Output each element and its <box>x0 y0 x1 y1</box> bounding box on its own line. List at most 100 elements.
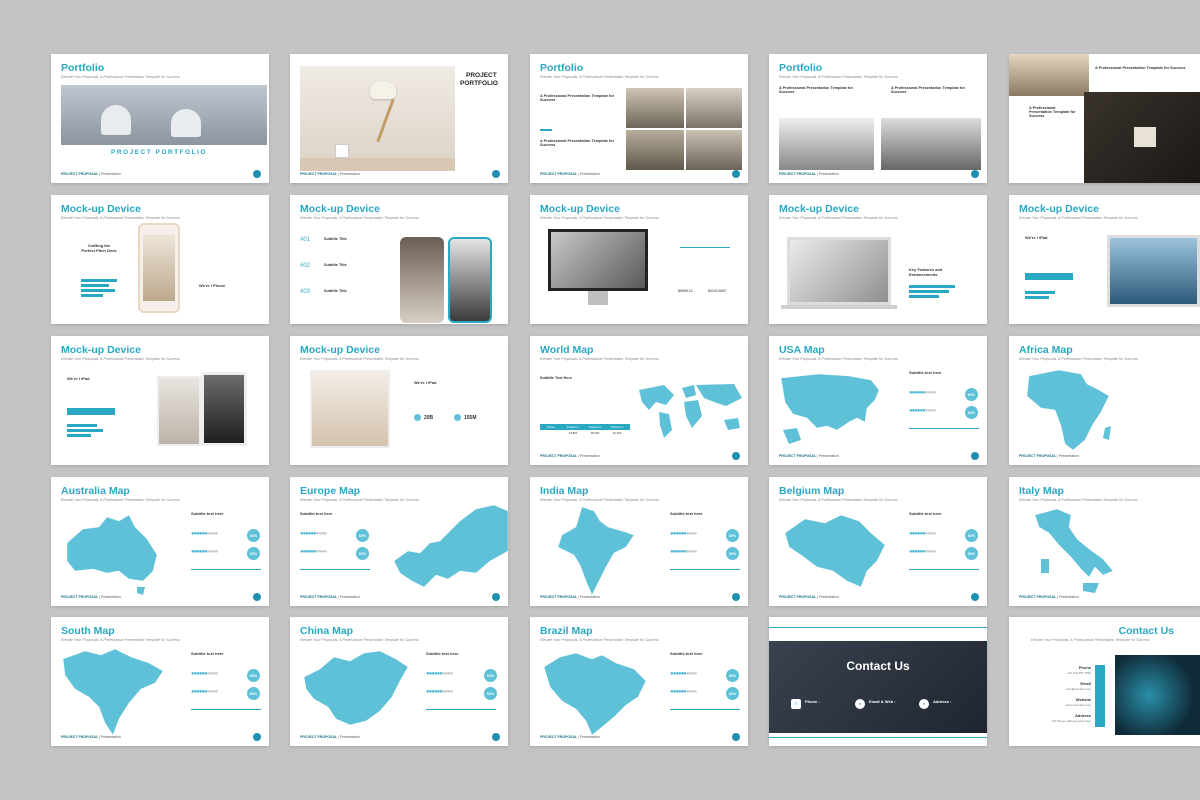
footer-label: Presentation <box>1059 595 1079 599</box>
slide-subtitle: Elevate Your Proposals. A Professional P… <box>61 216 180 220</box>
slide-portfolio-5[interactable]: A Professional Presentation Template for… <box>1009 54 1200 183</box>
top-accent <box>769 627 987 628</box>
web-icon: ● <box>855 699 865 709</box>
slide-contact-2[interactable]: Contact Us Elevate Your Proposals. A Pro… <box>1009 617 1200 746</box>
number-01: #01 <box>300 237 311 243</box>
product-table: Name Product 1 Product 2 Product 3 23.80… <box>540 424 630 436</box>
ipad-heading: We're I iPad <box>67 376 90 381</box>
slide-belgium-map[interactable]: Belgium Map Elevate Your Proposals. A Pr… <box>769 477 987 606</box>
heading-project: PROJECT <box>466 72 497 79</box>
slide-usa-map[interactable]: USA Map Elevate Your Proposals. A Profes… <box>769 336 987 465</box>
slide-mockup-4[interactable]: Mock-up Device Elevate Your Proposals. A… <box>769 195 987 324</box>
footer-brand: PROJECT PROPOSAL <box>300 595 338 599</box>
page-badge <box>971 170 979 178</box>
page-badge <box>492 170 500 178</box>
slide-mockup-5[interactable]: Mock-up Device Elevate Your Proposals. A… <box>1009 195 1200 324</box>
slide-subtitle: Elevate Your Proposals. A Professional P… <box>779 357 898 361</box>
map-subtitle: Subtitle text here <box>670 651 703 656</box>
slide-mockup-2[interactable]: Mock-up Device Elevate Your Proposals. A… <box>290 195 508 324</box>
page-badge <box>492 733 500 741</box>
percent-badge-2: 60% <box>726 687 739 700</box>
people-row-2: ●●●●●●●●●● <box>300 549 327 555</box>
slide-title: Europe Map <box>300 485 361 497</box>
people-row-2: ●●●●●●●●●● <box>191 689 218 695</box>
slide-mockup-6[interactable]: Mock-up Device Elevate Your Proposals. A… <box>51 336 269 465</box>
slide-china-map[interactable]: China Map Elevate Your Proposals. A Prof… <box>290 617 508 746</box>
slide-mockup-3[interactable]: Mock-up Device Elevate Your Proposals. A… <box>530 195 748 324</box>
footer: PROJECT PROPOSAL | Presentation <box>779 172 839 176</box>
slide-subtitle: Elevate Your Proposals. A Professional P… <box>779 498 898 502</box>
footer-label: Presentation <box>1059 454 1079 458</box>
footer-label: Presentation <box>819 172 839 176</box>
percent-badge-2: 60% <box>247 687 260 700</box>
slide-title: Brazil Map <box>540 625 593 637</box>
contact-icon-column <box>1095 665 1105 727</box>
slide-mockup-7[interactable]: Mock-up Device Elevate Your Proposals. A… <box>290 336 508 465</box>
slide-title: Mock-up Device <box>540 203 620 215</box>
iphone-mockup <box>138 223 180 313</box>
footer: PROJECT PROPOSAL | Presentation <box>300 595 360 599</box>
footer: PROJECT PROPOSAL | Presentation <box>540 595 600 599</box>
slide-africa-map[interactable]: Africa Map Elevate Your Proposals. A Pro… <box>1009 336 1200 465</box>
slide-subtitle: Elevate Your Proposals. A Professional P… <box>540 498 659 502</box>
footer-brand: PROJECT PROPOSAL <box>779 595 817 599</box>
map-subtitle: Subtitle text here <box>670 511 703 516</box>
slide-south-map[interactable]: South Map Elevate Your Proposals. A Prof… <box>51 617 269 746</box>
slide-title: India Map <box>540 485 589 497</box>
subtitle-title-1: Subtitle Title <box>324 237 347 241</box>
footer: PROJECT PROPOSAL | Presentation <box>540 735 600 739</box>
map-subtitle: Subtitle text here <box>426 651 459 656</box>
footer: PROJECT PROPOSAL | Presentation <box>779 595 839 599</box>
footer-label: Presentation <box>340 595 360 599</box>
people-row-2: ●●●●●●●●●● <box>670 549 697 555</box>
slide-australia-map[interactable]: Australia Map Elevate Your Proposals. A … <box>51 477 269 606</box>
footer-brand: PROJECT PROPOSAL <box>540 735 578 739</box>
slide-subtitle: Elevate Your Proposals. A Professional P… <box>1031 638 1150 642</box>
footer-brand: PROJECT PROPOSAL <box>1019 595 1057 599</box>
slide-subtitle: Elevate Your Proposals. A Professional P… <box>540 638 659 642</box>
slide-title: Belgium Map <box>779 485 845 497</box>
people-row-1: ●●●●●●●●●● <box>909 390 936 396</box>
footer-label: Presentation <box>580 595 600 599</box>
footer: PROJECT PROPOSAL | Presentation <box>1019 595 1079 599</box>
slide-subtitle: Elevate Your Proposals. A Professional P… <box>540 216 659 220</box>
slide-title: Portfolio <box>779 62 823 74</box>
slide-contact-1[interactable]: Contact Us ✆ Phone : ● Email & Web : ● A… <box>769 617 987 746</box>
people-row-2: ●●●●●●●●●● <box>426 689 453 695</box>
accent-line <box>426 709 496 710</box>
skill-bars <box>81 277 121 299</box>
val-p2: 38.200 <box>590 431 600 435</box>
slide-subtitle: Elevate Your Proposals. A Professional P… <box>1019 357 1138 361</box>
footer: PROJECT PROPOSAL | Presentation <box>300 735 360 739</box>
laptop-base <box>781 305 897 309</box>
ipad-heading: We're I iPad <box>414 380 437 385</box>
map-subtitle: Subtitle text here <box>909 511 942 516</box>
slide-portfolio-3[interactable]: Portfolio Elevate Your Proposals. A Prof… <box>530 54 748 183</box>
footer-brand: PROJECT PROPOSAL <box>540 172 578 176</box>
number-02: #02 <box>300 263 311 269</box>
contact-title: Contact Us <box>1118 625 1174 637</box>
heading-2: A Professional Presentation Template for… <box>540 139 615 147</box>
accent-line <box>300 569 370 570</box>
footer-brand: PROJECT PROPOSAL <box>61 595 99 599</box>
slide-portfolio-1[interactable]: Portfolio Elevate Your Proposals. A Prof… <box>51 54 269 183</box>
slide-europe-map[interactable]: Europe Map Elevate Your Proposals. A Pro… <box>290 477 508 606</box>
stat-boxes <box>67 408 115 415</box>
slide-portfolio-4[interactable]: Portfolio Elevate Your Proposals. A Prof… <box>769 54 987 183</box>
slide-brazil-map[interactable]: Brazil Map Elevate Your Proposals. A Pro… <box>530 617 748 746</box>
slide-portfolio-2[interactable]: PROJECT PORTFOLIO PROJECT PROPOSAL | Pre… <box>290 54 508 183</box>
footer-brand: PROJECT PROPOSAL <box>779 454 817 458</box>
slide-mockup-1[interactable]: Mock-up Device Elevate Your Proposals. A… <box>51 195 269 324</box>
people-row-1: ●●●●●●●●●● <box>909 531 936 537</box>
china-map <box>303 650 409 726</box>
ipad-heading: We're I iPad <box>1025 235 1048 240</box>
footer-label: Presentation <box>340 172 360 176</box>
footer-label: Presentation <box>101 172 121 176</box>
percent-badge-1: 60% <box>484 669 497 682</box>
features-heading: Key Features and Enhancements <box>909 267 943 277</box>
contact-title: Contact Us <box>846 659 910 673</box>
slide-italy-map[interactable]: Italy Map Elevate Your Proposals. A Prof… <box>1009 477 1200 606</box>
footer-label: Presentation <box>819 454 839 458</box>
slide-world-map[interactable]: World Map Elevate Your Proposals. A Prof… <box>530 336 748 465</box>
slide-india-map[interactable]: India Map Elevate Your Proposals. A Prof… <box>530 477 748 606</box>
